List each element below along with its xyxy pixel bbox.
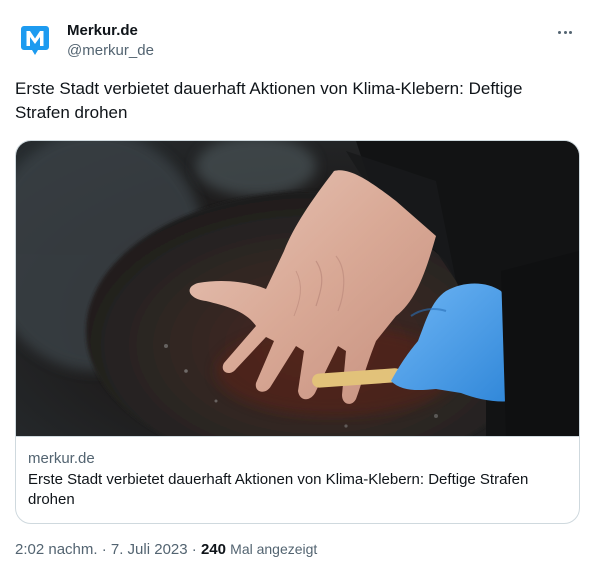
card-footer[interactable]: merkur.de Erste Stadt verbietet dauerhaf… (16, 436, 579, 523)
author-handle[interactable]: @merkur_de (67, 41, 154, 61)
more-dots-icon (568, 30, 572, 34)
link-card[interactable]: merkur.de Erste Stadt verbietet dauerhaf… (15, 140, 580, 524)
views-label: Mal angezeigt (230, 541, 318, 557)
more-dots-icon (563, 30, 567, 34)
tweet-text: Erste Stadt verbietet dauerhaft Aktionen… (15, 79, 523, 122)
more-dots-icon (558, 30, 562, 34)
timestamp-link[interactable]: 2:02 nachm. · 7. Juli 2023 (15, 541, 188, 558)
card-image[interactable] (16, 141, 579, 436)
avatar[interactable] (15, 20, 55, 60)
author-display-name[interactable]: Merkur.de (67, 21, 154, 41)
meta-separator: · (191, 541, 197, 558)
views-count: 240 (200, 541, 226, 558)
card-domain: merkur.de (28, 450, 95, 467)
tweet-container: Merkur.de @merkur_de Erste Stadt verbiet… (0, 0, 591, 575)
merkur-logo-icon (21, 26, 49, 55)
tweet-meta: 2:02 nachm. · 7. Juli 2023 · 240 Mal ang… (15, 539, 317, 560)
more-options-button[interactable] (553, 22, 577, 42)
card-title: Erste Stadt verbietet dauerhaft Aktionen… (28, 471, 529, 508)
author-info: Merkur.de @merkur_de (67, 21, 154, 61)
